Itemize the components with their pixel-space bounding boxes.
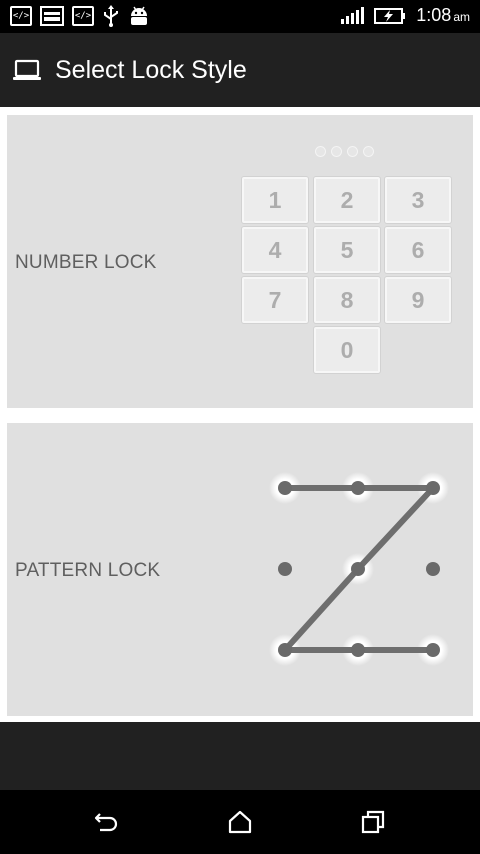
status-bar: </> </> 1:08 am [0,0,480,33]
code-icon: </> [72,6,94,26]
pattern-lock-option[interactable]: PATTERN LOCK [7,423,473,716]
keypad-key: 8 [314,277,380,323]
pattern-dot [351,481,365,495]
keypad-key: 3 [385,177,451,223]
clock-time: 1:08 [416,5,452,25]
pattern-dot [278,562,292,576]
pin-dot [363,146,374,157]
keypad-key: 2 [314,177,380,223]
lock-style-list: NUMBER LOCK 1 2 3 4 5 6 7 8 9 0 PATTERN … [0,107,480,722]
pattern-preview [269,472,449,666]
image-icon [40,6,64,26]
recent-apps-icon[interactable] [358,808,388,836]
number-lock-label: NUMBER LOCK [15,252,157,273]
navigation-bar [0,790,480,854]
keypad-key: 4 [242,227,308,273]
code-icon: </> [10,6,32,26]
clock-ampm: am [453,10,470,24]
signal-icon [341,6,365,24]
back-icon[interactable] [92,808,122,836]
keypad-key: 0 [314,327,380,373]
clock: 1:08 am [416,5,470,26]
keypad-key: 1 [242,177,308,223]
keypad-key: 5 [314,227,380,273]
keypad-key: 7 [242,277,308,323]
page-title: Select Lock Style [55,55,247,84]
bottom-bar [0,722,480,790]
home-icon[interactable] [225,808,255,836]
action-bar: Select Lock Style [0,33,480,107]
pin-dots [315,146,374,157]
keypad-key: 9 [385,277,451,323]
number-lock-option[interactable]: NUMBER LOCK 1 2 3 4 5 6 7 8 9 0 [7,115,473,408]
laptop-icon [13,59,41,80]
pattern-dot [426,643,440,657]
keypad-key: 6 [385,227,451,273]
pattern-dot [351,643,365,657]
pin-dot [347,146,358,157]
pattern-dot [278,481,292,495]
keypad-preview: 1 2 3 4 5 6 7 8 9 0 [242,177,452,377]
pattern-dot [351,562,365,576]
battery-charging-icon [374,7,406,24]
pattern-dot [426,481,440,495]
pattern-dot [278,643,292,657]
android-icon [131,6,147,25]
pattern-dot [426,562,440,576]
pin-dot [331,146,342,157]
usb-icon [104,5,118,27]
pin-dot [315,146,326,157]
notification-icons: </> </> [10,5,150,27]
